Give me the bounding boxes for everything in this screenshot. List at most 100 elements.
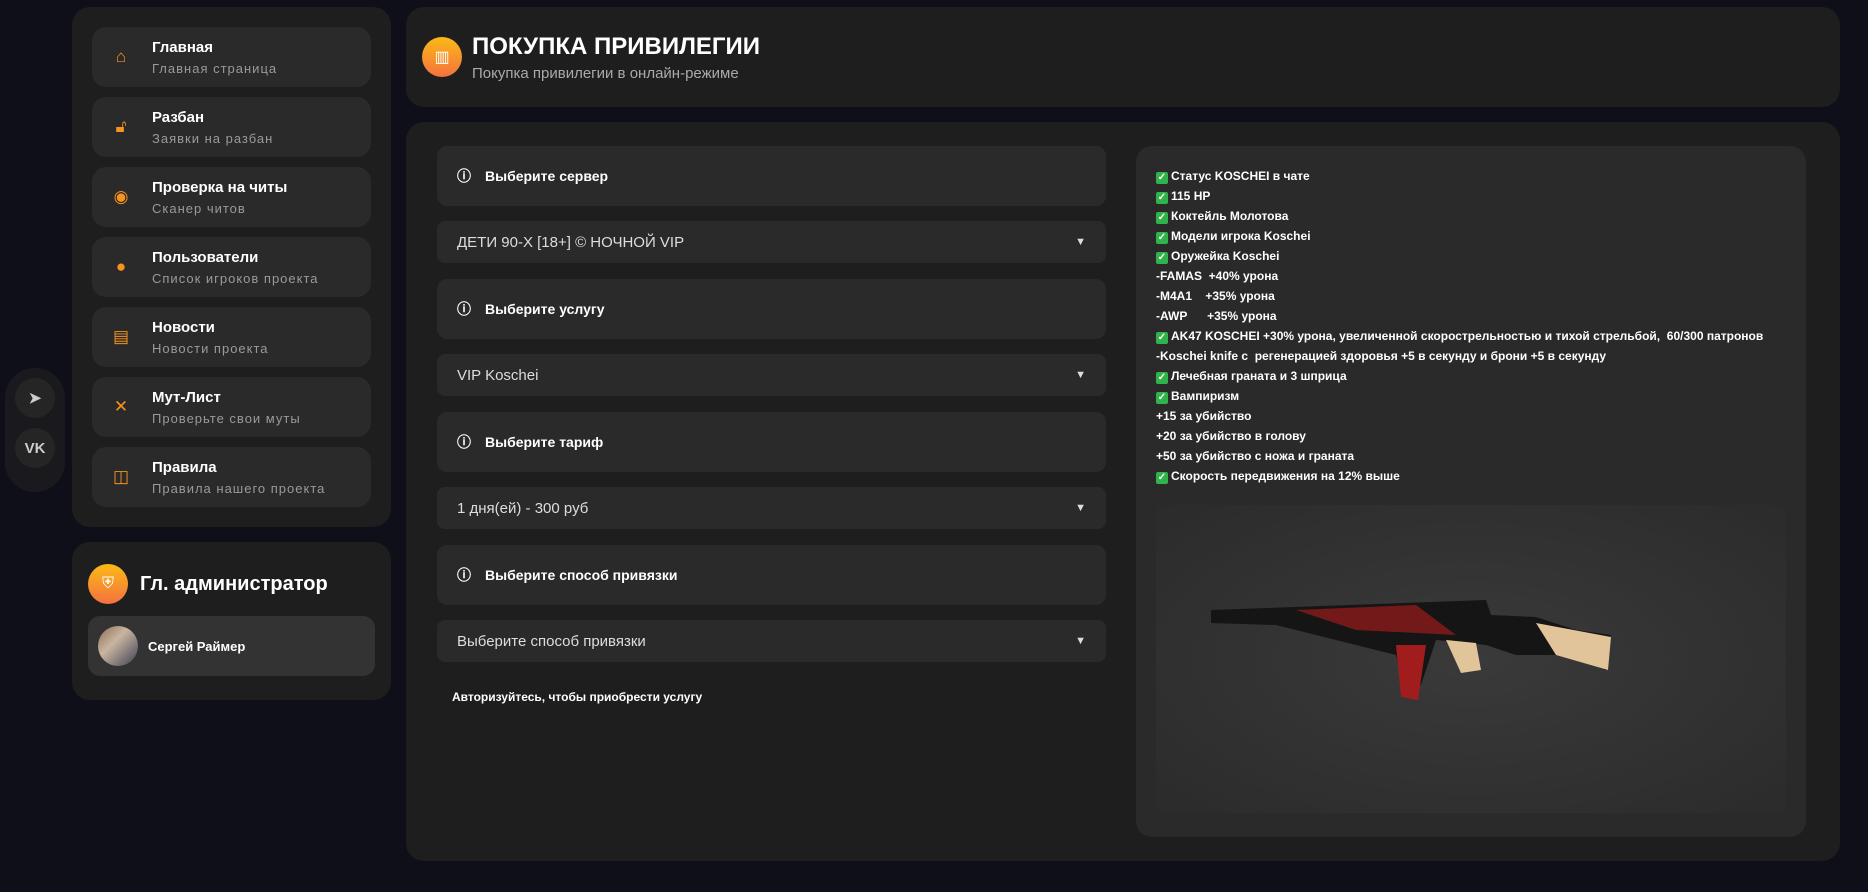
check-icon: ✓	[1156, 172, 1168, 184]
tariff-select[interactable]: 1 дня(ей) - 300 руб ▼	[437, 487, 1106, 529]
info-icon: ⓘ	[457, 301, 471, 317]
sidebar-item-subtitle: Новости проекта	[152, 340, 269, 356]
description-text: +15 за убийство	[1156, 409, 1252, 423]
page-title: ПОКУПКА ПРИВИЛЕГИИ	[472, 32, 761, 60]
check-icon: ✓	[1156, 372, 1168, 384]
description-line: ✓ Модели игрока Koschei	[1156, 226, 1786, 246]
shield-icon: ⛨	[88, 564, 128, 604]
check-icon: ✓	[1156, 252, 1168, 264]
description-line: +15 за убийство	[1156, 406, 1786, 426]
description-text: Коктейль Молотова	[1171, 209, 1289, 223]
user-icon: ●	[115, 257, 127, 276]
sidebar-item-subtitle: Проверьте свои муты	[152, 410, 301, 426]
description-line: ✓ Лечебная граната и 3 шприца	[1156, 366, 1786, 386]
description-line: -M4A1 +35% урона	[1156, 286, 1786, 306]
rules-icon: ◫	[112, 467, 130, 486]
ak47-rifle-graphic	[1211, 600, 1611, 700]
bind-label: ⓘ Выберите способ привязки	[437, 545, 1106, 605]
description-line: ✓ Оружейка Koschei	[1156, 246, 1786, 266]
bind-select[interactable]: Выберите способ привязки ▼	[437, 620, 1106, 662]
sidebar-item-6[interactable]: ◫ Правила Правила нашего проекта	[92, 447, 371, 507]
sidebar-item-title: Пользователи	[152, 248, 259, 266]
admin-title: Гл. администратор	[140, 572, 328, 595]
sidebar-item-title: Главная	[152, 38, 214, 56]
admin-user-name: Сергей Раймер	[148, 638, 246, 654]
sidebar-item-title: Проверка на читы	[152, 178, 288, 196]
sidebar-item-subtitle: Заявки на разбан	[152, 130, 274, 146]
description-text: -FAMAS +40% урона	[1156, 269, 1279, 283]
purchase-panel: ⓘ Выберите сервер ДЕТИ 90-Х [18+] © НОЧНО…	[406, 122, 1840, 861]
description-text: +20 за убийство в голову	[1156, 429, 1306, 443]
description-line: ✓ 115 HP	[1156, 186, 1786, 206]
sidebar-item-title: Мут-Лист	[152, 388, 221, 406]
admin-user[interactable]: Сергей Раймер	[88, 616, 375, 676]
telegram-icon[interactable]: ➤	[15, 378, 55, 418]
sidebar-item-5[interactable]: ✕ Мут-Лист Проверьте свои муты	[92, 377, 371, 437]
bind-select-value: Выберите способ привязки	[457, 632, 646, 650]
server-label-text: Выберите сервер	[485, 168, 609, 184]
sidebar-item-1[interactable]: 🔓︎ Разбан Заявки на разбан	[92, 97, 371, 157]
sidebar-item-3[interactable]: ● Пользователи Список игроков проекта	[92, 237, 371, 297]
server-label: ⓘ Выберите сервер	[437, 146, 1106, 206]
sidebar-item-title: Правила	[152, 458, 217, 476]
info-icon: ⓘ	[457, 567, 471, 583]
description-text: AK47 KOSCHEI +30% урона, увеличенной ско…	[1171, 329, 1764, 343]
news-icon: ▤	[112, 327, 130, 346]
page-subtitle: Покупка привилегии в онлайн-режиме	[472, 64, 739, 82]
mute-icon: ✕	[113, 397, 129, 416]
description-line: -FAMAS +40% урона	[1156, 266, 1786, 286]
description-text: Лечебная граната и 3 шприца	[1171, 369, 1347, 383]
description-text: +50 за убийство с ножа и граната	[1156, 449, 1355, 463]
description-line: ✓ Статус KOSCHEI в чате	[1156, 166, 1786, 186]
check-icon: ✓	[1156, 332, 1168, 344]
unlock-icon: 🔓︎	[115, 117, 127, 136]
description-text: -Koschei knife с регенерацией здоровья +…	[1156, 349, 1607, 363]
avatar	[98, 626, 138, 666]
description-text: Модели игрока Koschei	[1171, 229, 1311, 243]
vk-icon[interactable]: VK	[15, 428, 55, 468]
auth-note: Авторизуйтесь, чтобы приобрести услугу	[452, 690, 703, 704]
description-line: ✓ AK47 KOSCHEI +30% урона, увеличенной ск…	[1156, 326, 1786, 346]
sidebar-item-subtitle: Список игроков проекта	[152, 270, 319, 286]
description-text: -AWP +35% урона	[1156, 309, 1277, 323]
server-select[interactable]: ДЕТИ 90-Х [18+] © НОЧНОЙ VIP ▼	[437, 221, 1106, 263]
service-select-value: VIP Koschei	[457, 366, 539, 384]
sidebar-item-2[interactable]: ◉ Проверка на читы Сканер читов	[92, 167, 371, 227]
description-line: ✓ Вампиризм	[1156, 386, 1786, 406]
description-text: Статус KOSCHEI в чате	[1171, 169, 1310, 183]
sidebar-item-subtitle: Правила нашего проекта	[152, 480, 326, 496]
sidebar-item-4[interactable]: ▤ Новости Новости проекта	[92, 307, 371, 367]
server-select-value: ДЕТИ 90-Х [18+] © НОЧНОЙ VIP	[457, 233, 685, 251]
social-bar: ➤ VK	[5, 368, 65, 492]
service-label-text: Выберите услугу	[485, 301, 605, 317]
privilege-description: ✓ Статус KOSCHEI в чате ✓ 115 HP ✓ Коктейль М…	[1136, 146, 1806, 837]
tariff-label: ⓘ Выберите тариф	[437, 412, 1106, 472]
description-line: -AWP +35% урона	[1156, 306, 1786, 326]
service-select[interactable]: VIP Koschei ▼	[437, 354, 1106, 396]
check-icon: ✓	[1156, 232, 1168, 244]
description-text: Вампиризм	[1171, 389, 1240, 403]
bind-label-text: Выберите способ привязки	[485, 567, 678, 583]
chevron-down-icon: ▼	[1075, 369, 1086, 381]
chevron-down-icon: ▼	[1075, 635, 1086, 647]
description-text: -M4A1 +35% урона	[1156, 289, 1275, 303]
description-line: ✓ Скорость передвижения на 12% выше	[1156, 466, 1786, 486]
chevron-down-icon: ▼	[1075, 236, 1086, 248]
sidebar-item-0[interactable]: ⌂ Главная Главная страница	[92, 27, 371, 87]
scanner-icon: ◉	[113, 187, 129, 206]
tariff-label-text: Выберите тариф	[485, 434, 604, 450]
sidebar: ⌂ Главная Главная страница 🔓︎ Разбан Заявки н…	[72, 7, 391, 527]
tariff-select-value: 1 дня(ей) - 300 руб	[457, 499, 589, 517]
admin-panel: ⛨ Гл. администратор Сергей Раймер	[72, 542, 391, 700]
sidebar-item-title: Новости	[152, 318, 215, 336]
info-icon: ⓘ	[457, 168, 471, 184]
check-icon: ✓	[1156, 472, 1168, 484]
description-text: Оружейка Koschei	[1171, 249, 1280, 263]
check-icon: ✓	[1156, 192, 1168, 204]
sidebar-item-subtitle: Главная страница	[152, 60, 278, 76]
description-line: +50 за убийство с ножа и граната	[1156, 446, 1786, 466]
description-text: 115 HP	[1171, 189, 1211, 203]
page-header: ▥ ПОКУПКА ПРИВИЛЕГИИ Покупка привилегии …	[406, 7, 1840, 107]
description-text: Скорость передвижения на 12% выше	[1171, 469, 1400, 483]
check-icon: ✓	[1156, 392, 1168, 404]
